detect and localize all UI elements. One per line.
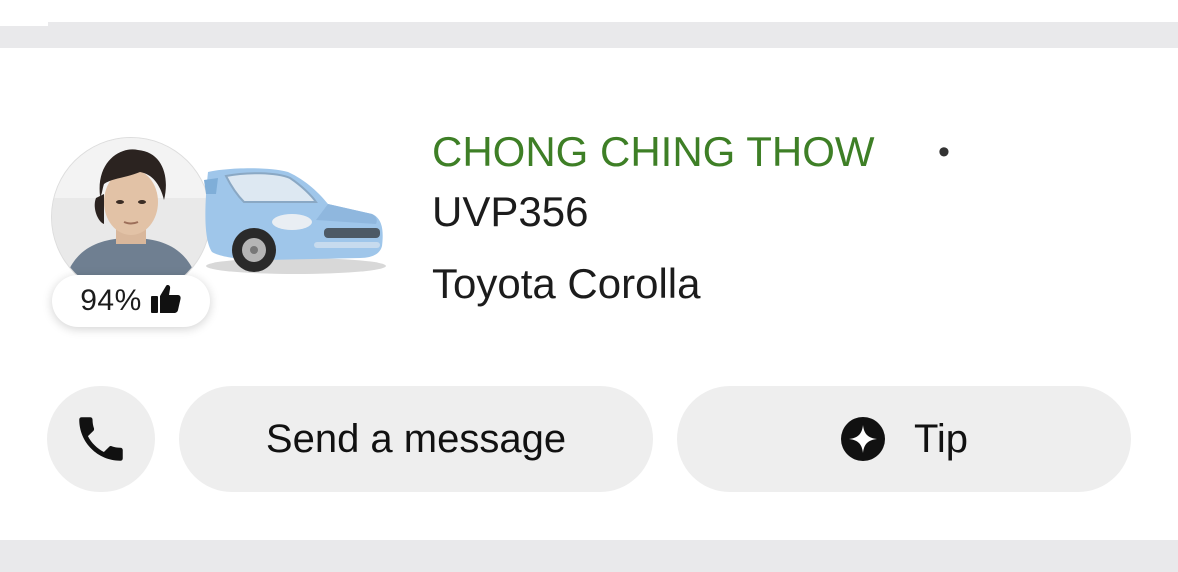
- driver-name: CHONG CHING THOW: [432, 128, 875, 175]
- tip-button[interactable]: Tip: [677, 386, 1131, 492]
- car-model: Toyota Corolla: [432, 260, 701, 307]
- license-plate: UVP356: [432, 188, 589, 235]
- sparkle-badge-icon: [840, 417, 885, 461]
- rating-value: 94%: [80, 284, 142, 317]
- name-separator: •: [938, 133, 950, 171]
- car-image: [196, 150, 388, 280]
- send-message-label: Send a message: [265, 416, 567, 461]
- bottom-divider: [0, 540, 1178, 572]
- driver-rating-badge: 94%: [52, 275, 210, 327]
- thumbs-up-icon: [150, 283, 182, 315]
- driver-card-screen: 94% CHONG CHING THOW • UVP356 Toyota Cor…: [0, 0, 1178, 572]
- send-message-button[interactable]: Send a message: [179, 386, 653, 492]
- phone-icon: [79, 417, 123, 461]
- call-button[interactable]: [47, 386, 155, 492]
- top-divider: [0, 22, 1178, 48]
- tip-label: Tip: [913, 416, 969, 461]
- driver-avatar[interactable]: [52, 138, 210, 296]
